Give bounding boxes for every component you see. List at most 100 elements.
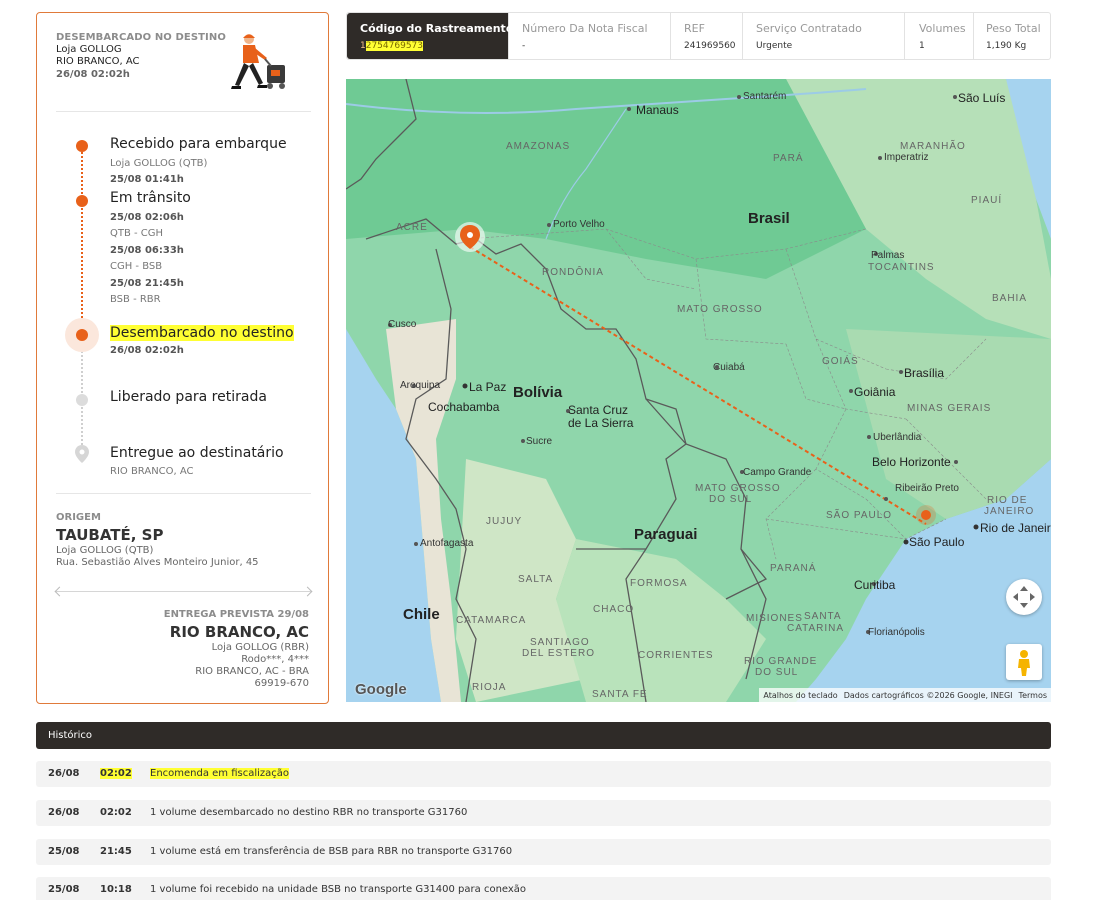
map-label: ACRE xyxy=(396,222,428,233)
recenter-map-button[interactable] xyxy=(1006,579,1042,615)
map-label: Uberlândia xyxy=(873,432,922,443)
destination-zip: 69919-670 xyxy=(254,678,309,689)
history-row: 26/08 02:02 1 volume desembarcado no des… xyxy=(36,800,1051,826)
map-label: RIOJA xyxy=(472,682,507,693)
invoice-value: - xyxy=(522,41,526,51)
map-label: Campo Grande xyxy=(743,467,812,478)
shipment-info-bar: Código do Rastreamento 12754769573 Númer… xyxy=(346,12,1051,60)
tracking-status-card: DESEMBARCADO NO DESTINO Loja GOLLOG RIO … xyxy=(36,12,329,704)
map-label: JANEIRO xyxy=(984,506,1035,517)
step-current-dot xyxy=(76,329,88,341)
terms-link[interactable]: Termos xyxy=(1019,691,1047,700)
map-label: SANTIAGO xyxy=(530,637,590,648)
map-label: Ribeirão Preto xyxy=(895,483,959,494)
map-label: Arequipa xyxy=(400,380,441,391)
map-label: Curitiba xyxy=(854,578,896,592)
service-label: Serviço Contratado xyxy=(756,22,862,35)
history-description: 1 volume está em transferência de BSB pa… xyxy=(150,846,513,857)
map-label: Porto Velho xyxy=(553,219,605,230)
history-date: 26/08 xyxy=(48,768,80,779)
divider xyxy=(56,493,311,494)
map-label: Paraguai xyxy=(634,526,698,543)
step-title: Em trânsito xyxy=(110,190,191,206)
map-label: São Luís xyxy=(958,91,1006,105)
route-map[interactable]: Manaus Santarém São Luís AMAZONAS PARÁ M… xyxy=(346,79,1051,702)
map-label: La Paz xyxy=(469,380,507,394)
map-label: Rio de Janeiro xyxy=(980,521,1051,535)
current-status-header: DESEMBARCADO NO DESTINO Loja GOLLOG RIO … xyxy=(56,32,311,112)
map-label: Bolívia xyxy=(513,384,563,401)
map-label: Goiânia xyxy=(854,385,896,399)
step-pending-dot xyxy=(76,394,88,406)
map-label: Belo Horizonte xyxy=(872,455,951,469)
leg-time: 25/08 21:45h xyxy=(110,278,184,289)
map-label: RIO DE xyxy=(987,495,1028,506)
invoice-label: Número Da Nota Fiscal xyxy=(522,22,648,35)
destination-block: ENTREGA PREVISTA 29/08 RIO BRANCO, AC Lo… xyxy=(54,609,309,689)
keyboard-shortcuts-link[interactable]: Atalhos do teclado xyxy=(763,691,837,700)
map-label: DEL ESTERO xyxy=(522,648,595,659)
destination-city: RIO BRANCO, AC xyxy=(169,623,309,641)
map-label: SÃO PAULO xyxy=(826,510,893,521)
tracking-code-value[interactable]: 12754769573 xyxy=(360,41,495,51)
ref-label: REF xyxy=(684,22,705,35)
map-terrain xyxy=(346,79,1051,702)
expected-delivery-label: ENTREGA PREVISTA 29/08 xyxy=(163,609,309,620)
weight-value: 1,190 Kg xyxy=(986,41,1027,51)
map-label: MATO GROSSO xyxy=(695,483,781,494)
map-label: Santa Cruz xyxy=(568,403,629,417)
volumes-cell: Volumes 1 xyxy=(905,13,974,59)
weight-cell: Peso Total 1,190 Kg xyxy=(974,13,1050,59)
map-label: Brasil xyxy=(748,210,790,227)
map-label: SANTA xyxy=(804,611,842,622)
tracking-code-number: 2754769573 xyxy=(365,41,423,51)
leg-route: BSB - RBR xyxy=(110,294,161,305)
map-label: CATAMARCA xyxy=(456,615,527,626)
history-row: 25/08 21:45 1 volume está em transferênc… xyxy=(36,839,1051,865)
pegman-icon xyxy=(1018,650,1030,676)
step-title: Recebido para embarque xyxy=(110,136,287,152)
map-label: RIO GRANDE xyxy=(744,656,818,667)
map-label: TOCANTINS xyxy=(868,262,935,273)
map-label: FORMOSA xyxy=(630,578,688,589)
move-arrows-icon xyxy=(1013,586,1035,608)
origin-address: Rua. Sebastião Alves Monteiro Junior, 45 xyxy=(56,557,259,568)
ref-cell: REF 241969560 xyxy=(671,13,743,59)
map-label: Santarém xyxy=(743,91,787,102)
history-header: Histórico xyxy=(36,722,1051,749)
map-label: DO SUL xyxy=(755,667,799,678)
volumes-label: Volumes xyxy=(919,22,966,35)
map-label: MINAS GERAIS xyxy=(907,403,992,414)
origin-city: TAUBATÉ, SP xyxy=(56,526,164,544)
map-label: DO SUL xyxy=(709,494,753,505)
map-label: Cusco xyxy=(388,319,417,330)
map-label: Cuiabá xyxy=(713,362,745,373)
map-label: São Paulo xyxy=(909,535,965,549)
map-label: BAHIA xyxy=(992,293,1028,304)
volumes-value: 1 xyxy=(919,41,925,51)
route-double-arrow xyxy=(56,591,311,593)
leg-route: QTB - CGH xyxy=(110,228,164,239)
history-row: 25/08 10:18 1 volume foi recebido na uni… xyxy=(36,877,1051,900)
step-location: Loja GOLLOG (QTB) xyxy=(110,158,208,169)
leg-route: CGH - BSB xyxy=(110,261,163,272)
step-done-dot xyxy=(76,195,88,207)
ref-value: 241969560 xyxy=(684,41,736,51)
map-label: Manaus xyxy=(636,103,679,117)
step-time: 26/08 02:02h xyxy=(110,345,184,356)
history-date: 25/08 xyxy=(48,884,80,895)
destination-city-line: RIO BRANCO, AC - BRA xyxy=(195,666,309,677)
tracking-code-prefix: 1 xyxy=(360,41,366,51)
weight-label: Peso Total xyxy=(986,22,1041,35)
map-label: JUJUY xyxy=(486,516,523,527)
origin-label: ORIGEM xyxy=(56,512,101,523)
map-label: de La Sierra xyxy=(568,416,634,430)
map-label: Florianópolis xyxy=(868,627,925,638)
street-view-pegman-button[interactable] xyxy=(1006,644,1042,680)
courier-walking-icon xyxy=(231,34,285,89)
map-label: PIAUÍ xyxy=(971,195,1003,206)
destination-address: Rodo***, 4*** xyxy=(241,654,309,665)
step-location: RIO BRANCO, AC xyxy=(110,466,194,477)
map-label: PARÁ xyxy=(773,153,804,164)
map-label: PARANÁ xyxy=(770,563,817,574)
